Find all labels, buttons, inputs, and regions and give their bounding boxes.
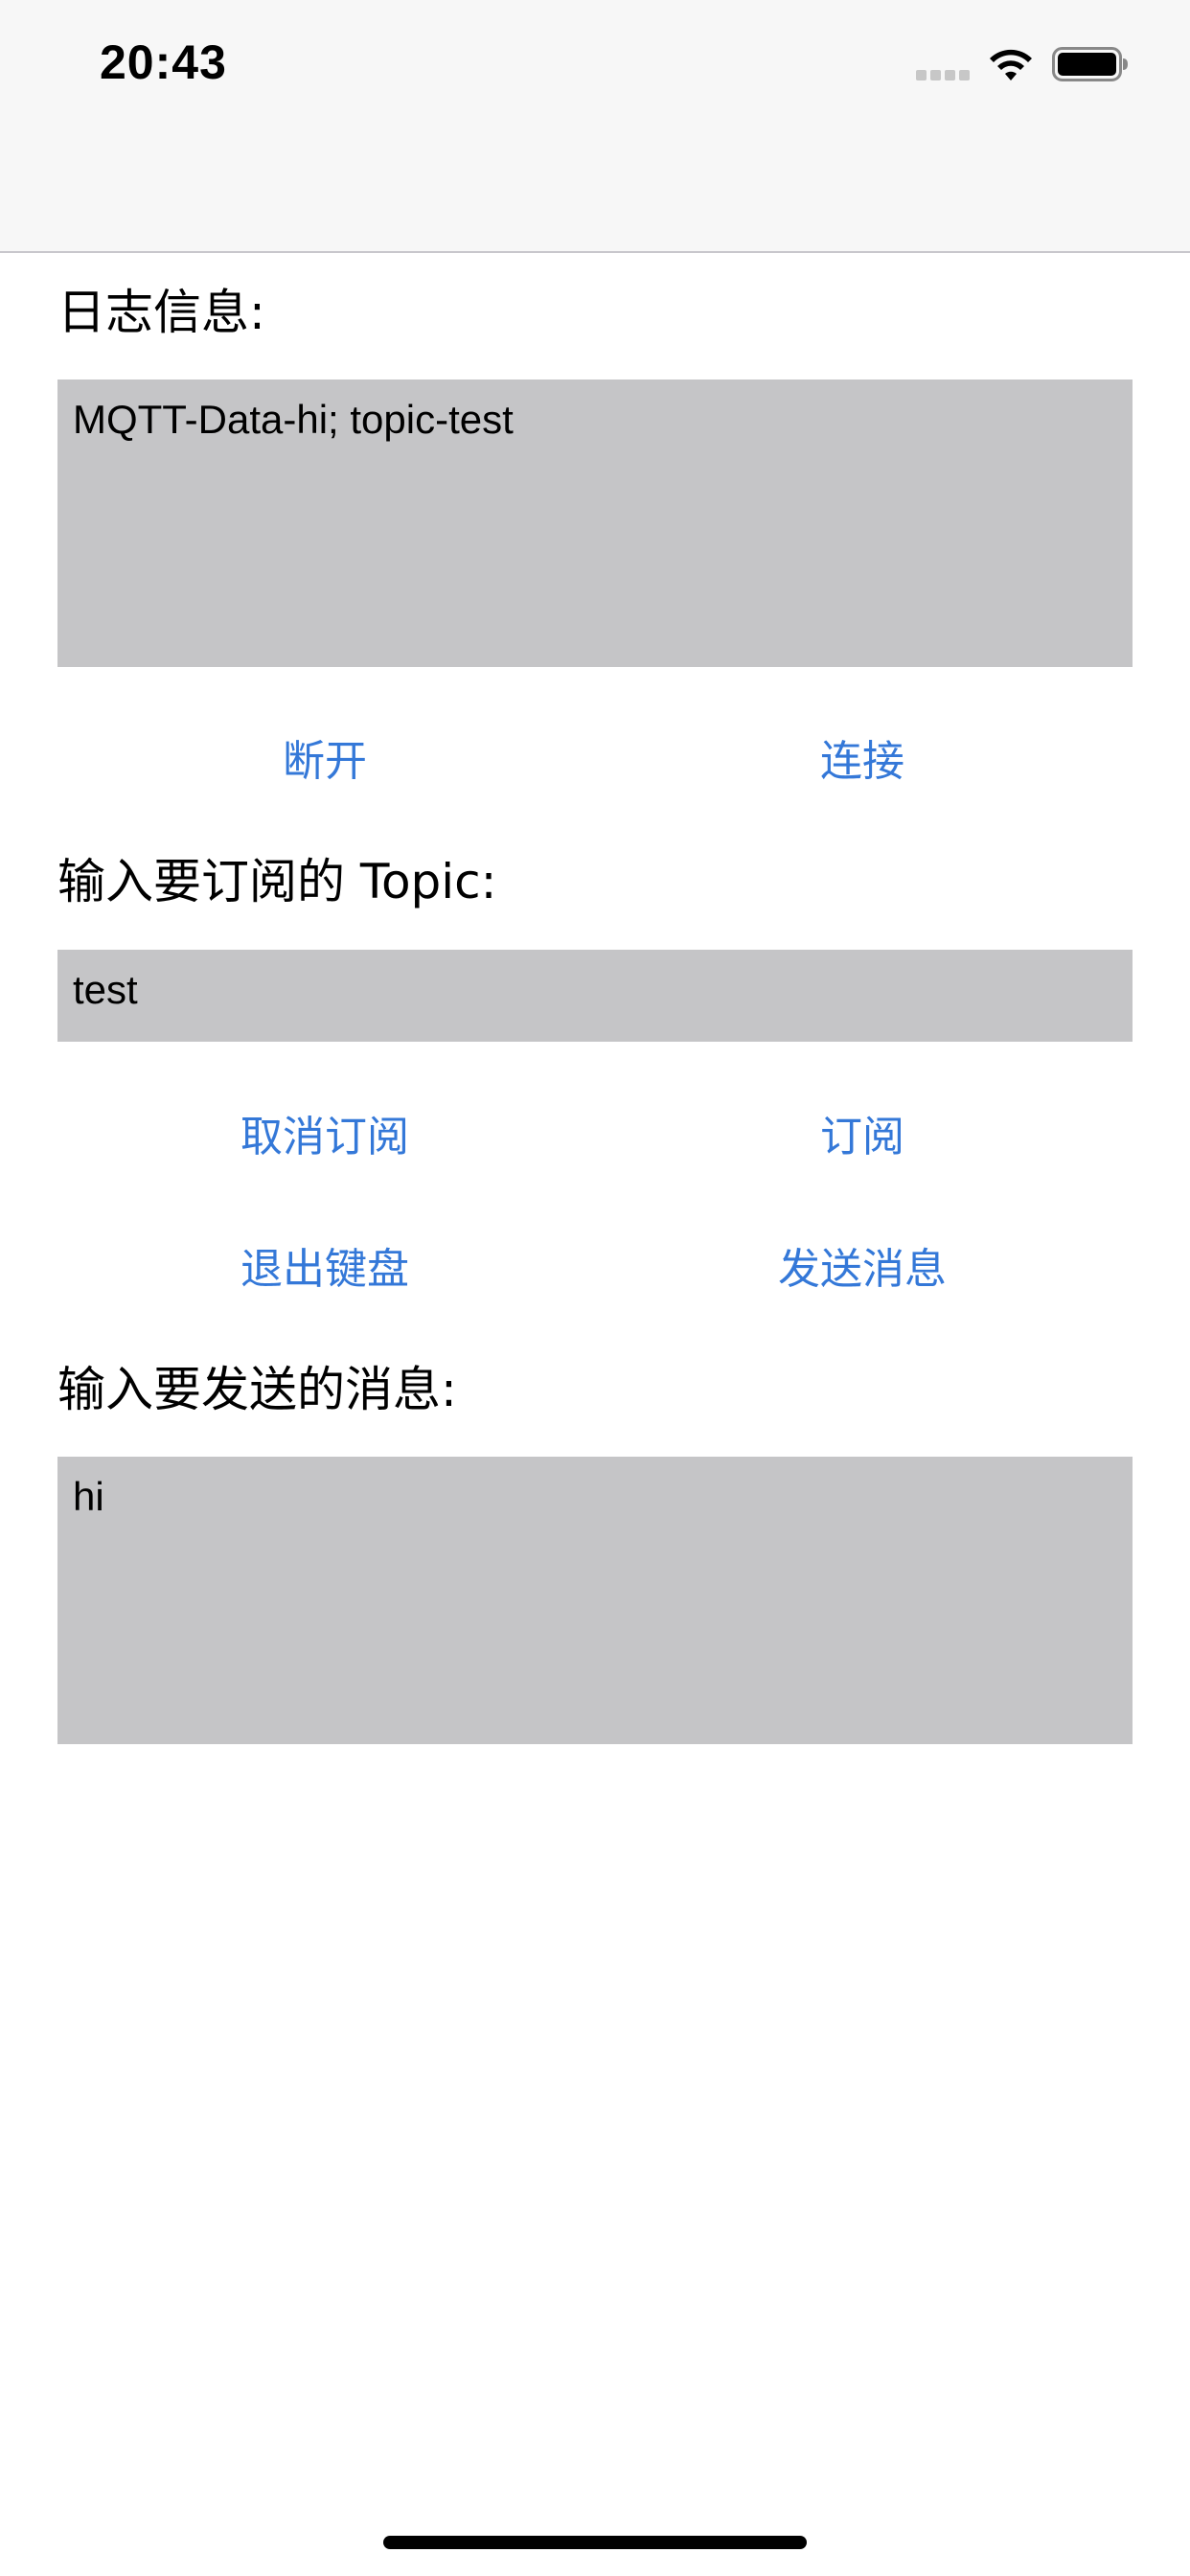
- home-indicator[interactable]: [383, 2536, 807, 2549]
- unsubscribe-button[interactable]: 取消订阅: [240, 1102, 409, 1163]
- topic-input[interactable]: test: [57, 950, 1133, 1042]
- disconnect-button[interactable]: 断开: [283, 726, 367, 788]
- dismiss-keyboard-button[interactable]: 退出键盘: [240, 1234, 409, 1296]
- subscribe-button[interactable]: 订阅: [820, 1102, 904, 1163]
- navigation-bar: 20:43: [0, 0, 1190, 253]
- topic-label: 输入要订阅的 Topic:: [57, 854, 497, 909]
- send-message-button[interactable]: 发送消息: [778, 1234, 947, 1296]
- status-bar-time: 20:43: [100, 35, 227, 89]
- log-text-view[interactable]: MQTT-Data-hi; topic-test: [57, 380, 1133, 667]
- connect-button[interactable]: 连接: [820, 726, 904, 788]
- battery-icon: [1052, 47, 1128, 81]
- log-label: 日志信息:: [57, 285, 265, 340]
- message-text-view[interactable]: hi: [57, 1457, 1133, 1744]
- wifi-icon: [990, 49, 1032, 80]
- message-label: 输入要发送的消息:: [57, 1362, 457, 1417]
- signal-dots-icon: [916, 70, 972, 81]
